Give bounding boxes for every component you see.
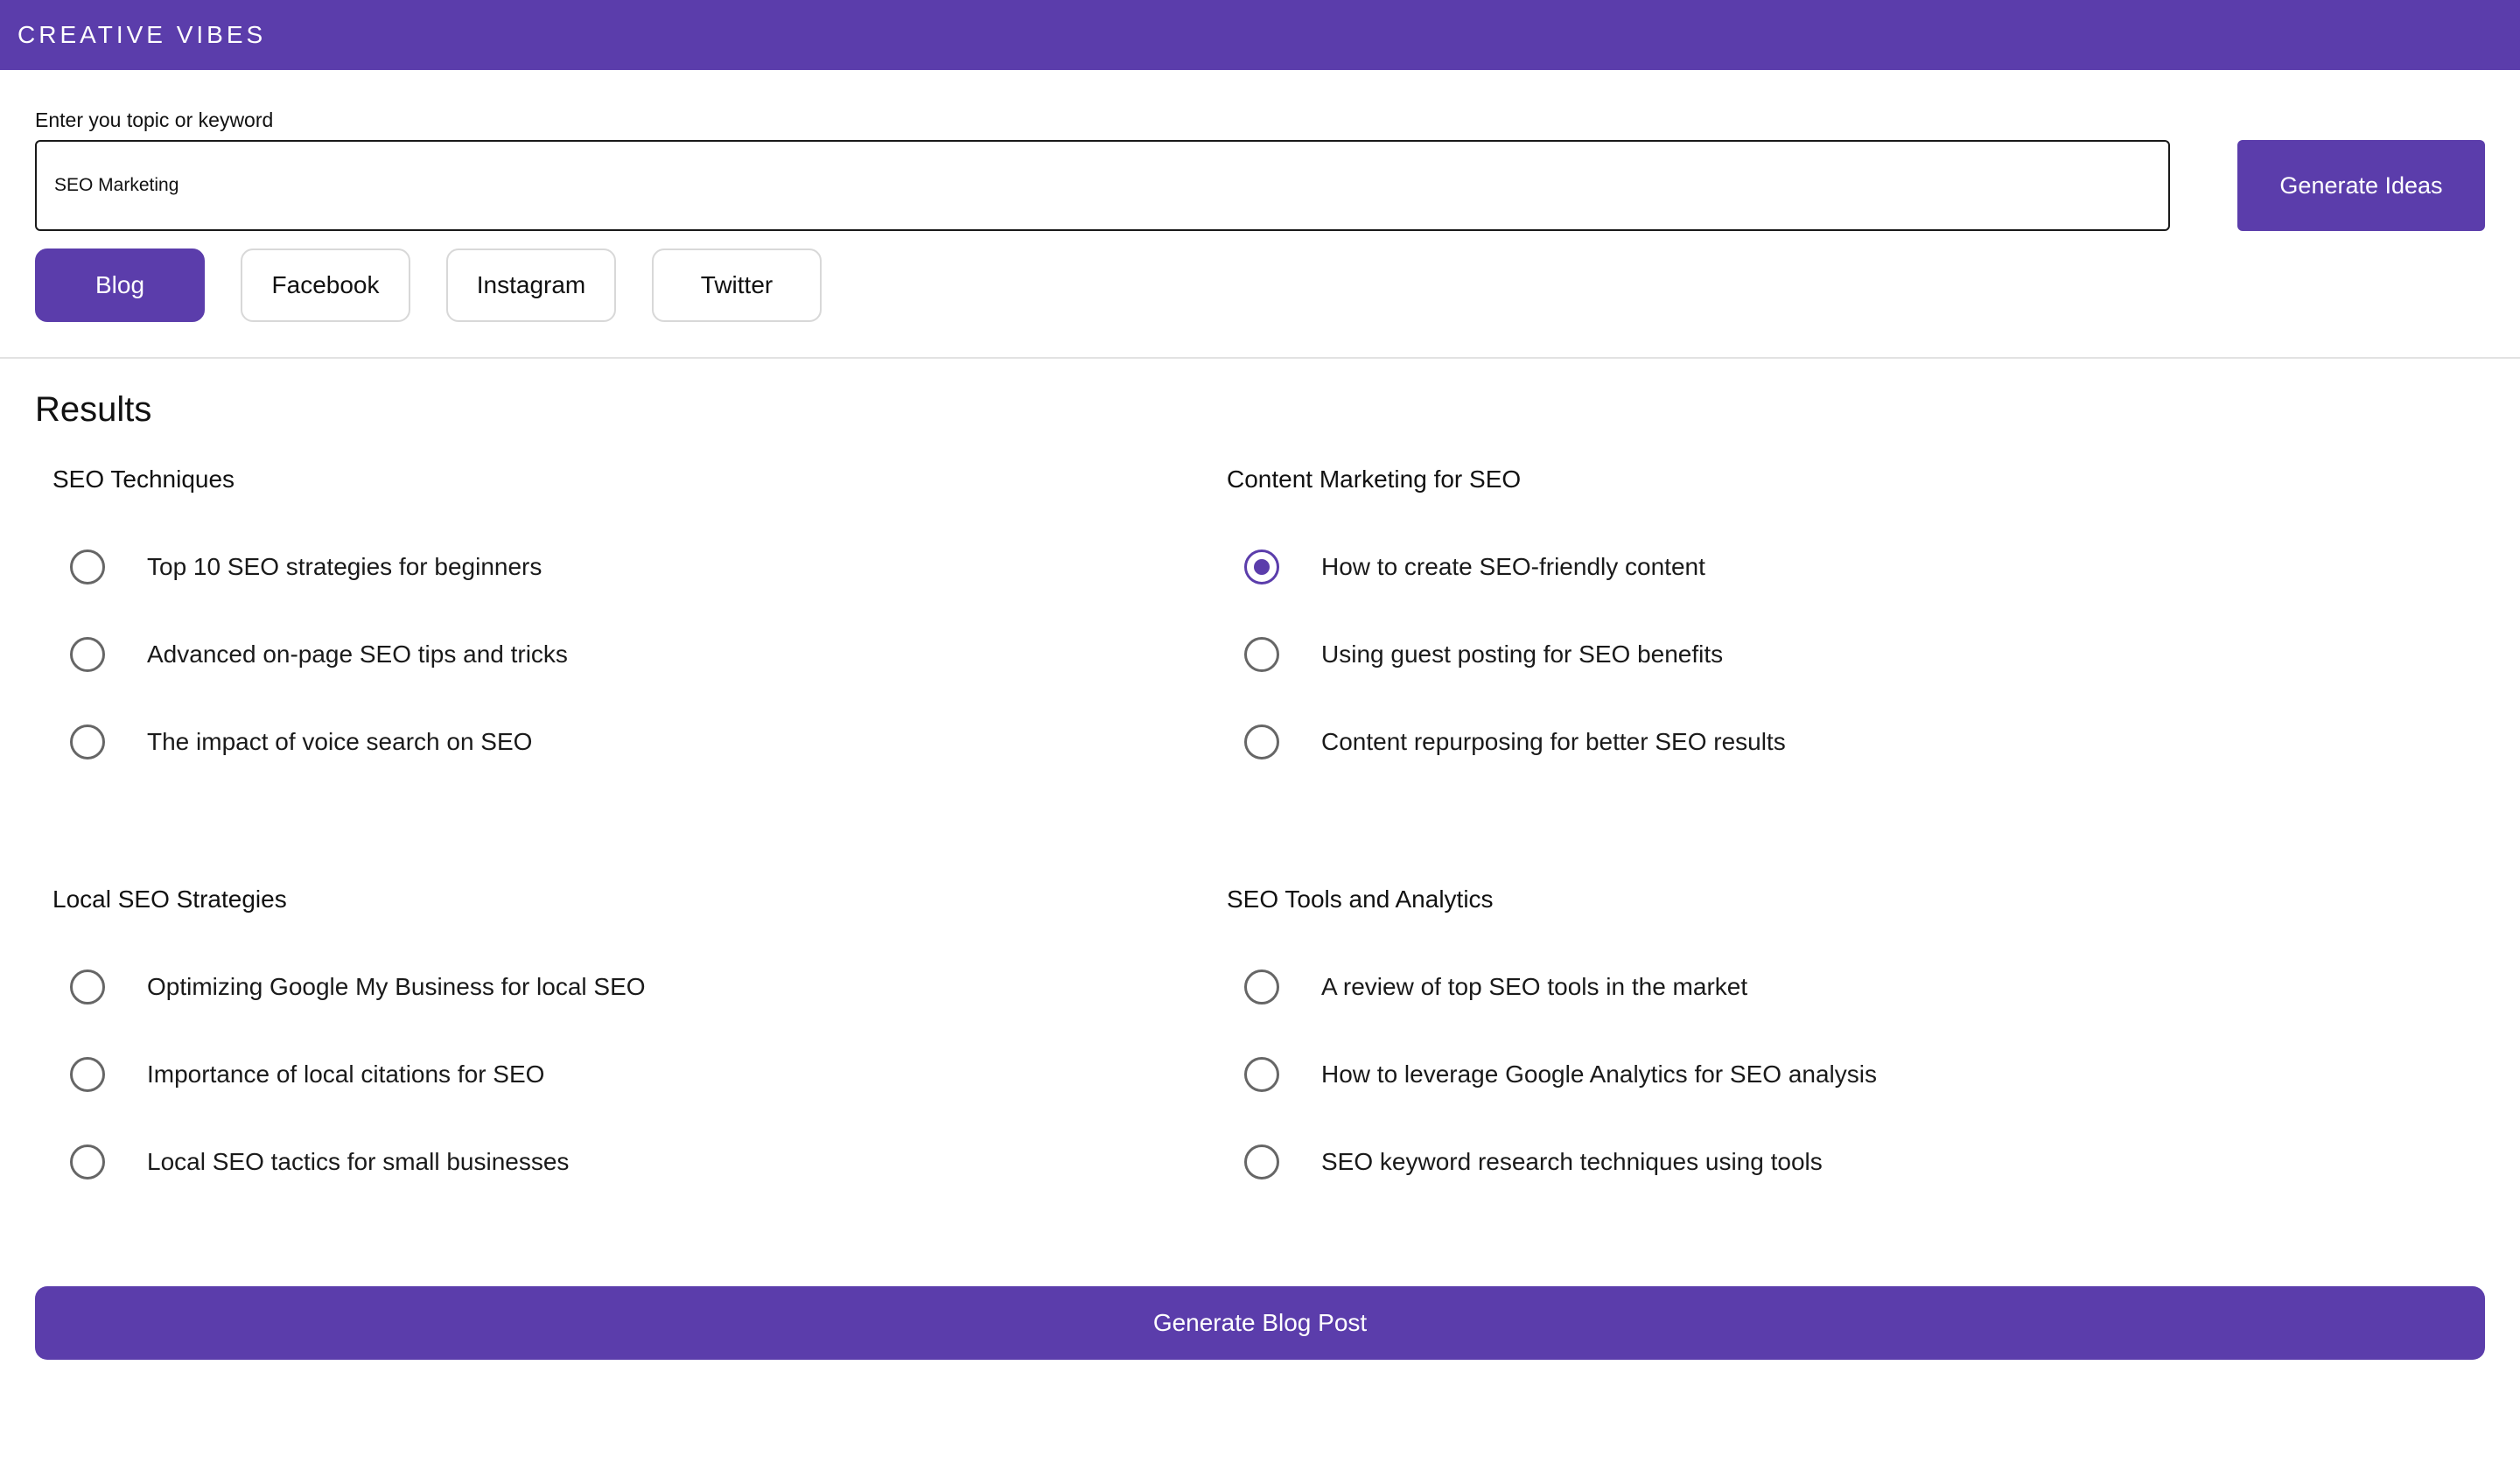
radio-button[interactable]	[70, 1057, 105, 1092]
option-label: SEO keyword research techniques using to…	[1321, 1148, 1823, 1175]
option-item[interactable]: Optimizing Google My Business for local …	[70, 970, 646, 1004]
option-label: How to leverage Google Analytics for SEO…	[1321, 1060, 1877, 1088]
option-item[interactable]: A review of top SEO tools in the market	[1244, 970, 1747, 1004]
radio-button[interactable]	[70, 550, 105, 584]
option-item[interactable]: Top 10 SEO strategies for beginners	[70, 550, 542, 584]
tab-instagram[interactable]: Instagram	[446, 248, 616, 322]
radio-button[interactable]	[1244, 637, 1279, 672]
top-bar: CREATIVE VIBES	[0, 0, 2520, 70]
result-group-local-seo: Local SEO Strategies Optimizing Google M…	[52, 882, 1190, 1180]
radio-button[interactable]	[70, 970, 105, 1004]
option-item[interactable]: How to create SEO-friendly content	[1244, 550, 1705, 584]
group-title: Local SEO Strategies	[52, 886, 287, 913]
option-label: Local SEO tactics for small businesses	[147, 1148, 570, 1175]
option-item[interactable]: Importance of local citations for SEO	[70, 1057, 544, 1092]
tab-twitter[interactable]: Twitter	[652, 248, 822, 322]
radio-button[interactable]	[70, 1144, 105, 1180]
tab-blog[interactable]: Blog	[35, 248, 205, 322]
brand-title: CREATIVE VIBES	[18, 21, 267, 48]
option-label: Optimizing Google My Business for local …	[147, 973, 646, 1000]
radio-button[interactable]	[70, 637, 105, 672]
generate-blog-post-button[interactable]: Generate Blog Post	[35, 1286, 2485, 1360]
topic-input-label: Enter you topic or keyword	[35, 108, 274, 131]
option-item[interactable]: Local SEO tactics for small businesses	[70, 1144, 569, 1180]
option-label: How to create SEO-friendly content	[1321, 553, 1705, 580]
section-divider	[0, 357, 2520, 359]
result-group-content-marketing: Content Marketing for SEO How to create …	[1227, 462, 2364, 760]
results-title: Results	[35, 390, 152, 429]
result-group-seo-tools: SEO Tools and Analytics A review of top …	[1227, 882, 2364, 1180]
option-label: Content repurposing for better SEO resul…	[1321, 728, 1786, 755]
option-item[interactable]: Using guest posting for SEO benefits	[1244, 637, 1723, 672]
radio-button[interactable]	[1244, 1144, 1279, 1180]
radio-button[interactable]	[1244, 724, 1279, 760]
option-label: Advanced on-page SEO tips and tricks	[147, 640, 568, 668]
option-item[interactable]: How to leverage Google Analytics for SEO…	[1244, 1057, 1877, 1092]
tab-facebook[interactable]: Facebook	[241, 248, 410, 322]
option-item[interactable]: SEO keyword research techniques using to…	[1244, 1144, 1823, 1180]
option-item[interactable]: The impact of voice search on SEO	[70, 724, 532, 760]
radio-button[interactable]	[70, 724, 105, 760]
radio-button-checked[interactable]	[1244, 550, 1279, 584]
topic-input[interactable]	[35, 140, 2170, 231]
radio-button[interactable]	[1244, 970, 1279, 1004]
radio-button[interactable]	[1244, 1057, 1279, 1092]
option-label: The impact of voice search on SEO	[147, 728, 533, 755]
option-label: Top 10 SEO strategies for beginners	[147, 553, 542, 580]
option-label: Importance of local citations for SEO	[147, 1060, 545, 1088]
group-title: SEO Tools and Analytics	[1227, 886, 1494, 913]
option-label: A review of top SEO tools in the market	[1321, 973, 1748, 1000]
result-group-seo-techniques: SEO Techniques Top 10 SEO strategies for…	[52, 462, 1190, 760]
platform-tabs: Blog Facebook Instagram Twitter	[35, 248, 822, 322]
generate-ideas-button[interactable]: Generate Ideas	[2237, 140, 2485, 231]
option-item[interactable]: Content repurposing for better SEO resul…	[1244, 724, 1786, 760]
option-item[interactable]: Advanced on-page SEO tips and tricks	[70, 637, 568, 672]
group-title: Content Marketing for SEO	[1227, 466, 1522, 493]
option-label: Using guest posting for SEO benefits	[1321, 640, 1724, 668]
group-title: SEO Techniques	[52, 466, 235, 493]
